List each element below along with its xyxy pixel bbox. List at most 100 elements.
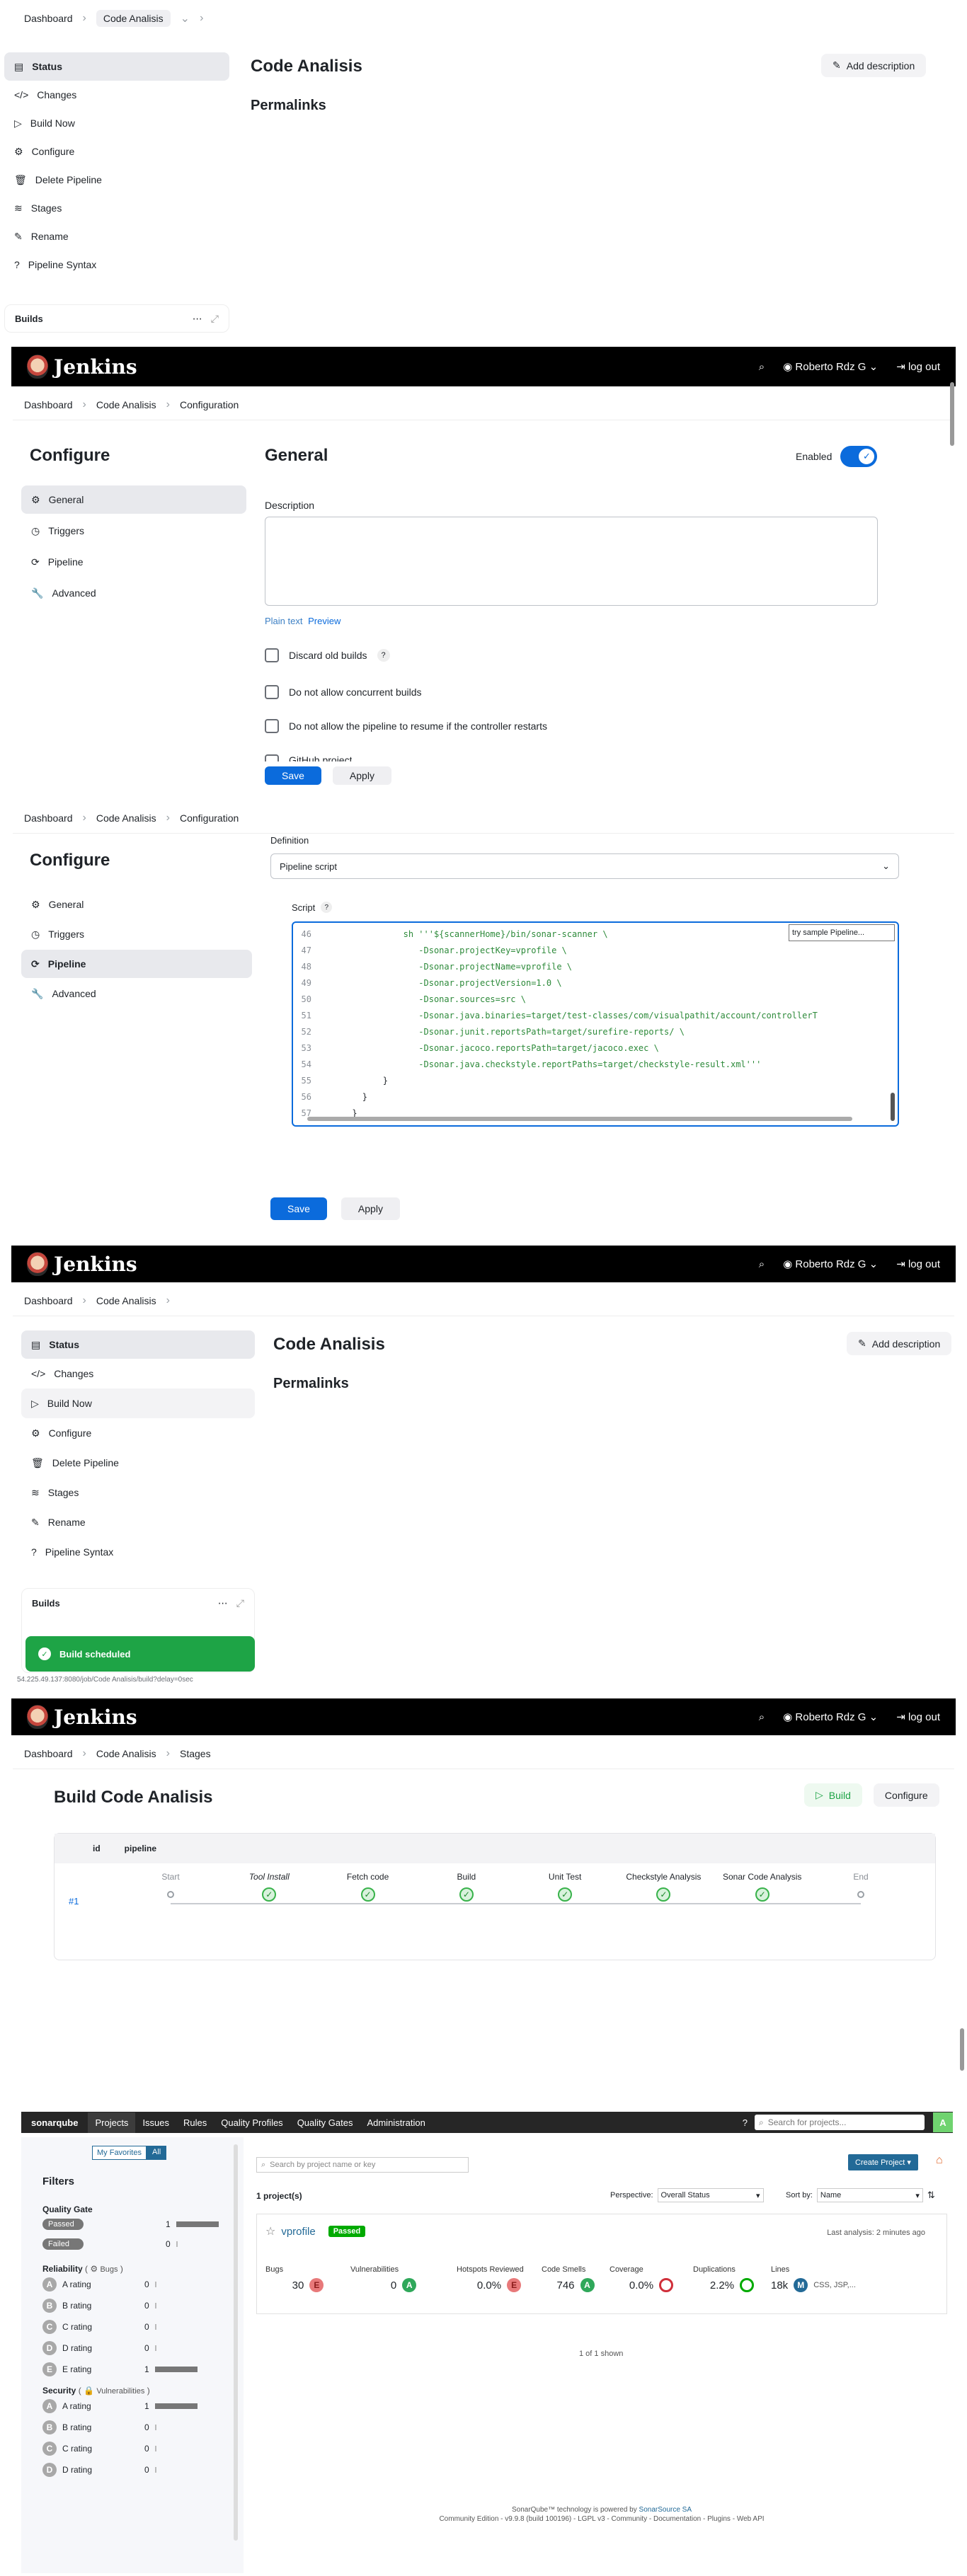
metric-cell[interactable]: Vulnerabilities 0 A <box>350 2265 457 2292</box>
checkbox[interactable] <box>265 719 279 733</box>
sidebar-item-advanced[interactable]: 🔧 Advanced <box>21 579 246 607</box>
star-icon[interactable]: ☆ <box>265 2224 275 2238</box>
enabled-toggle[interactable]: ✓ <box>840 446 878 467</box>
breadcrumb-code-analisis[interactable]: Code Analisis <box>96 1295 156 1306</box>
rating-filter-row[interactable]: B B rating 0 <box>42 2295 222 2316</box>
rating-filter-row[interactable]: A A rating 1 <box>42 2396 222 2417</box>
nav-projects[interactable]: Projects <box>88 2112 136 2133</box>
sidebar-item-delete-pipeline[interactable]: 🗑 Delete Pipeline <box>4 166 229 194</box>
breadcrumb-code-analisis[interactable]: Code Analisis <box>96 1748 156 1759</box>
more-icon[interactable]: ⋯ <box>218 1597 228 1609</box>
breadcrumb-dashboard[interactable]: Dashboard <box>24 1295 73 1306</box>
sidebar-item-rename[interactable]: ✎ Rename <box>21 1507 255 1537</box>
user-menu[interactable]: ◉ Roberto Rdz G ⌄ <box>783 360 878 373</box>
all-button[interactable]: All <box>146 2146 167 2160</box>
metric-cell[interactable]: Duplications 2.2% <box>693 2265 771 2292</box>
create-project-button[interactable]: Create Project ▾ <box>848 2154 918 2170</box>
sidebar-item-build-now[interactable]: ▷ Build Now <box>4 109 229 137</box>
breadcrumb-configuration[interactable]: Configuration <box>180 812 239 824</box>
stage-node[interactable]: End <box>811 1872 910 1898</box>
stage-node[interactable]: Checkstyle Analysis ✓ <box>614 1872 713 1902</box>
breadcrumb-dashboard[interactable]: Dashboard <box>24 399 73 410</box>
no-resume-option[interactable]: Do not allow the pipeline to resume if t… <box>265 719 547 733</box>
nav-issues[interactable]: Issues <box>135 2117 176 2128</box>
nav-administration[interactable]: Administration <box>360 2117 432 2128</box>
sidebar-item-rename[interactable]: ✎ Rename <box>4 222 229 251</box>
sort-direction-icon[interactable]: ⇅ <box>927 2190 935 2201</box>
sidebar-item-status[interactable]: ▤ Status <box>21 1330 255 1359</box>
metric-cell[interactable]: Hotspots Reviewed 0.0% E <box>457 2265 542 2292</box>
project-name-link[interactable]: vprofile <box>281 2226 315 2238</box>
add-description-button[interactable]: ✎ Add description <box>821 54 927 77</box>
configure-button[interactable]: Configure <box>873 1783 939 1807</box>
logout-link[interactable]: ⇥ log out <box>896 360 940 373</box>
preview-link[interactable]: Preview <box>308 616 341 626</box>
expand-icon[interactable]: ⤢ <box>211 313 219 325</box>
global-search-input[interactable]: ⌕ Search for projects... <box>755 2115 925 2130</box>
sidebar-item-configure[interactable]: ⚙ Configure <box>4 137 229 166</box>
try-sample-select[interactable]: try sample Pipeline... <box>789 924 895 941</box>
save-button[interactable]: Save <box>265 766 321 785</box>
logout-link[interactable]: ⇥ log out <box>896 1710 940 1723</box>
search-icon[interactable]: ⌕ <box>759 1711 765 1723</box>
sidebar-item-triggers[interactable]: ◷ Triggers <box>21 920 252 948</box>
jenkins-logo[interactable]: Jenkins <box>27 1252 137 1276</box>
filter-passed[interactable]: Passed 1 <box>42 2214 222 2234</box>
sidebar-item-configure[interactable]: ⚙ Configure <box>21 1418 255 1448</box>
nav-quality-profiles[interactable]: Quality Profiles <box>214 2117 290 2128</box>
sidebar-item-status[interactable]: ▤ Status <box>4 52 229 81</box>
metric-cell[interactable]: Lines 18k M CSS, JSP,... <box>771 2265 884 2292</box>
breadcrumb-configuration[interactable]: Configuration <box>180 399 239 410</box>
search-icon[interactable]: ⌕ <box>759 1258 765 1270</box>
breadcrumb-dashboard[interactable]: Dashboard <box>24 1748 73 1759</box>
definition-select[interactable]: Pipeline script ⌄ <box>270 853 899 879</box>
breadcrumb-code-analisis[interactable]: Code Analisis <box>96 399 156 410</box>
build-button[interactable]: ▷ Build <box>804 1783 862 1807</box>
filter-failed[interactable]: Failed 0 <box>42 2234 222 2254</box>
stage-node[interactable]: Unit Test ✓ <box>515 1872 614 1902</box>
sidebar-item-delete-pipeline[interactable]: 🗑 Delete Pipeline <box>21 1448 255 1478</box>
sidebar-item-changes[interactable]: </> Changes <box>21 1359 255 1388</box>
vertical-scrollbar[interactable] <box>891 1093 895 1121</box>
checkbox[interactable] <box>265 648 279 662</box>
sidebar-item-general[interactable]: ⚙ General <box>21 485 246 514</box>
scrollbar[interactable] <box>950 382 954 446</box>
my-favorites-button[interactable]: My Favorites <box>92 2146 147 2160</box>
rating-filter-row[interactable]: A A rating 0 <box>42 2274 222 2295</box>
rating-filter-row[interactable]: B B rating 0 <box>42 2417 222 2438</box>
nav-quality-gates[interactable]: Quality Gates <box>290 2117 360 2128</box>
description-textarea[interactable] <box>265 517 878 606</box>
more-icon[interactable]: ⋯ <box>193 313 202 325</box>
sidebar-item-pipeline[interactable]: ⟳ Pipeline <box>21 548 246 576</box>
rating-filter-row[interactable]: D D rating 0 <box>42 2338 222 2359</box>
sidebar-item-triggers[interactable]: ◷ Triggers <box>21 517 246 545</box>
breadcrumb-stages[interactable]: Stages <box>180 1748 211 1759</box>
script-editor[interactable]: 46 sh '''${scannerHome}/bin/sonar-scanne… <box>292 921 899 1127</box>
sidebar-item-build-now[interactable]: ▷ Build Now <box>21 1388 255 1418</box>
discard-old-builds-option[interactable]: Discard old builds ? <box>265 648 390 662</box>
nav-rules[interactable]: Rules <box>176 2117 214 2128</box>
jenkins-logo[interactable]: Jenkins <box>27 1705 137 1729</box>
sidebar-item-pipeline-syntax[interactable]: ? Pipeline Syntax <box>4 251 229 279</box>
run-id-link[interactable]: #1 <box>69 1896 79 1907</box>
stage-node[interactable]: Build ✓ <box>417 1872 516 1902</box>
sidebar-item-stages[interactable]: ≋ Stages <box>4 194 229 222</box>
metric-cell[interactable]: Code Smells 746 A <box>542 2265 610 2292</box>
stage-node[interactable]: Fetch code ✓ <box>319 1872 418 1902</box>
sidebar-item-pipeline[interactable]: ⟳ Pipeline <box>21 950 252 978</box>
sonarqube-logo[interactable]: sonarqube <box>21 2117 88 2128</box>
avatar[interactable]: A <box>933 2112 953 2132</box>
save-button[interactable]: Save <box>270 1197 327 1220</box>
rating-filter-row[interactable]: E E rating 1 <box>42 2359 222 2380</box>
apply-button[interactable]: Apply <box>341 1197 400 1220</box>
add-description-button[interactable]: ✎ Add description <box>847 1332 952 1355</box>
user-menu[interactable]: ◉ Roberto Rdz G ⌄ <box>783 1258 878 1270</box>
rating-filter-row[interactable]: C C rating 0 <box>42 2438 222 2459</box>
sidebar-item-changes[interactable]: </> Changes <box>4 81 229 109</box>
rating-filter-row[interactable]: D D rating 0 <box>42 2459 222 2480</box>
help-icon[interactable]: ? <box>743 2117 748 2128</box>
breadcrumb-code-analisis[interactable]: Code Analisis <box>96 10 171 27</box>
home-icon[interactable]: ⌂ <box>936 2154 943 2167</box>
perspective-select[interactable]: Overall Status ▾ <box>657 2188 764 2202</box>
breadcrumb-dashboard[interactable]: Dashboard <box>24 812 73 824</box>
